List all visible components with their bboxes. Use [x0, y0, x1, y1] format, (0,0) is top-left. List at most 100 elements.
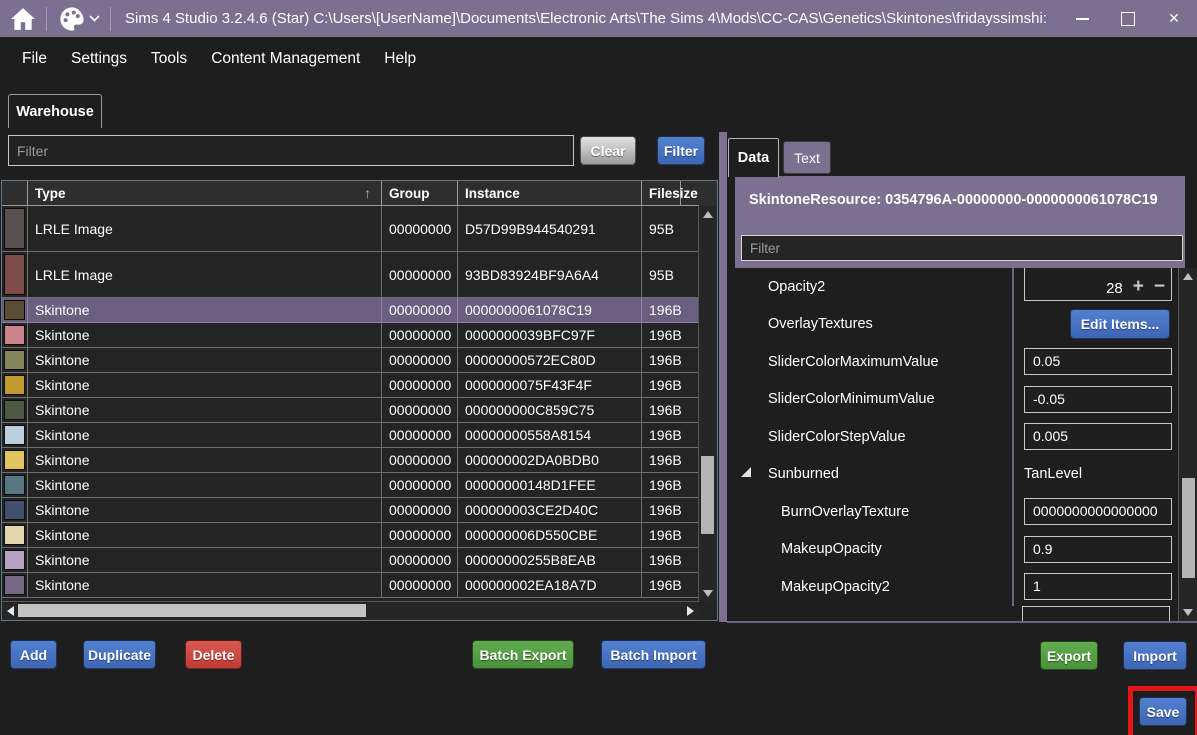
chevron-down-icon	[89, 15, 100, 22]
property-row: SliderColorMinimumValue -0.05	[728, 381, 1178, 419]
close-button[interactable]: ✕	[1151, 0, 1197, 37]
edit-items-button[interactable]: Edit Items...	[1070, 309, 1170, 339]
filesize-cell: 196B	[642, 473, 699, 498]
window-title: Sims 4 Studio 3.2.4.6 (Star) C:\Users\[U…	[125, 10, 1059, 27]
property-value: TanLevel	[1012, 456, 1178, 494]
export-button[interactable]: Export	[1040, 641, 1098, 670]
save-button[interactable]: Save	[1139, 697, 1187, 726]
numeric-stepper[interactable]: 28 + −	[1024, 268, 1172, 301]
color-swatch	[4, 300, 25, 320]
type-cell: LRLE Image	[28, 206, 382, 252]
table-row[interactable]: Skintone 00000000 000000003CE2D40C 196B	[2, 498, 699, 523]
scroll-down-icon[interactable]	[703, 590, 713, 597]
filesize-cell: 196B	[642, 523, 699, 548]
table-row[interactable]: Skintone 00000000 0000000039BFC97F 196B	[2, 323, 699, 348]
swatch-cell	[2, 498, 28, 523]
swatch-cell	[2, 298, 28, 323]
table-row[interactable]: Skintone 00000000 00000000572EC80D 196B	[2, 348, 699, 373]
add-button[interactable]: Add	[10, 640, 57, 669]
import-button[interactable]: Import	[1123, 641, 1187, 670]
property-row: OverlayTextures Edit Items...	[728, 306, 1178, 344]
instance-cell: 00000000148D1FEE	[458, 473, 642, 498]
value-input[interactable]: 0.05	[1024, 348, 1172, 375]
value-input[interactable]: 0000000000000000	[1024, 498, 1172, 525]
menu-item[interactable]: Help	[372, 50, 428, 68]
value-input[interactable]: -0.05	[1024, 386, 1172, 413]
menu-item[interactable]: Content Management	[199, 50, 372, 68]
tab-warehouse[interactable]: Warehouse	[8, 94, 102, 128]
delete-button[interactable]: Delete	[185, 640, 242, 669]
plus-icon[interactable]: +	[1133, 277, 1144, 297]
property-row: MakeupOpacity2 1	[728, 568, 1178, 606]
filter-button[interactable]: Filter	[657, 136, 705, 165]
table-row[interactable]: Skintone 00000000 000000002EA18A7D 196B	[2, 573, 699, 598]
type-cell: LRLE Image	[28, 252, 382, 298]
titlebar: Sims 4 Studio 3.2.4.6 (Star) C:\Users\[U…	[0, 0, 1197, 37]
type-cell: Skintone	[28, 548, 382, 573]
palette-icon[interactable]	[47, 0, 110, 37]
panel-divider	[719, 132, 727, 622]
vertical-scroll-thumb[interactable]	[1182, 478, 1195, 578]
menu-item[interactable]: Tools	[139, 50, 199, 68]
vertical-scroll-thumb[interactable]	[701, 456, 714, 534]
tab-data[interactable]: Data	[728, 138, 779, 177]
menu-item[interactable]: Settings	[59, 50, 139, 68]
column-header-filesize[interactable]: Filesize	[642, 181, 681, 206]
column-header-group[interactable]: Group	[382, 181, 458, 206]
swatch-cell	[2, 252, 28, 298]
menu-item[interactable]: File	[10, 50, 59, 68]
table-row[interactable]: Skintone 00000000 0000000075F43F4F 196B	[2, 373, 699, 398]
clear-button[interactable]: Clear	[580, 136, 636, 165]
scroll-up-icon[interactable]	[703, 211, 713, 218]
maximize-button[interactable]	[1105, 0, 1151, 37]
column-header-instance[interactable]: Instance	[458, 181, 642, 206]
table-horizontal-scrollbar[interactable]	[2, 601, 699, 620]
table-row[interactable]: Skintone 00000000 00000000255B8EAB 196B	[2, 548, 699, 573]
instance-cell: 0000000075F43F4F	[458, 373, 642, 398]
property-row: Sunburned TanLevel	[728, 456, 1178, 494]
titlebar-separator	[110, 7, 111, 31]
scroll-down-icon[interactable]	[1183, 609, 1193, 616]
table-row[interactable]: Skintone 00000000 00000000148D1FEE 196B	[2, 473, 699, 498]
batch-import-button[interactable]: Batch Import	[601, 640, 706, 669]
home-icon[interactable]	[0, 0, 46, 37]
table-row[interactable]: LRLE Image 00000000 D57D99B944540291 95B	[2, 206, 699, 252]
property-name: SliderColorMinimumValue	[728, 391, 1012, 407]
instance-cell: 0000000061078C19	[458, 298, 642, 323]
resource-title: SkintoneResource: 0354796A-00000000-0000…	[735, 176, 1185, 208]
warehouse-filter-input[interactable]	[8, 135, 574, 166]
scroll-right-icon[interactable]	[687, 606, 694, 616]
expander-icon[interactable]	[741, 466, 752, 482]
value-input[interactable]: 0.9	[1024, 536, 1172, 563]
swatch-cell	[2, 523, 28, 548]
swatch-cell	[2, 548, 28, 573]
minimize-button[interactable]	[1059, 0, 1105, 37]
tab-text[interactable]: Text	[783, 141, 831, 174]
filesize-cell: 196B	[642, 448, 699, 473]
scroll-up-icon[interactable]	[1183, 273, 1193, 280]
table-row[interactable]: Skintone 00000000 000000002DA0BDB0 196B	[2, 448, 699, 473]
type-cell: Skintone	[28, 523, 382, 548]
value-input[interactable]: 0.005	[1024, 423, 1172, 450]
scroll-left-icon[interactable]	[7, 606, 14, 616]
type-cell: Skintone	[28, 398, 382, 423]
table-row[interactable]: Skintone 00000000 000000000C859C75 196B	[2, 398, 699, 423]
table-row[interactable]: Skintone 00000000 00000000558A8154 196B	[2, 423, 699, 448]
table-row[interactable]: Skintone 00000000 0000000061078C19 196B	[2, 298, 699, 323]
property-name: Opacity2	[728, 279, 1012, 295]
horizontal-scroll-thumb[interactable]	[18, 604, 366, 617]
column-header-type[interactable]: Type ↑	[28, 181, 382, 206]
table-row[interactable]: LRLE Image 00000000 93BD83924BF9A6A4 95B	[2, 252, 699, 298]
batch-export-button[interactable]: Batch Export	[472, 640, 574, 669]
group-cell: 00000000	[382, 498, 458, 523]
minus-icon[interactable]: −	[1154, 277, 1165, 297]
column-header-swatch[interactable]	[2, 181, 28, 206]
property-filter-input[interactable]	[741, 235, 1183, 261]
duplicate-button[interactable]: Duplicate	[83, 640, 156, 669]
property-name: Sunburned	[728, 466, 1012, 482]
property-grid-scrollbar[interactable]	[1178, 268, 1197, 621]
type-cell: Skintone	[28, 473, 382, 498]
table-vertical-scrollbar[interactable]	[698, 206, 717, 602]
value-input[interactable]: 1	[1024, 573, 1172, 600]
table-row[interactable]: Skintone 00000000 000000006D550CBE 196B	[2, 523, 699, 548]
